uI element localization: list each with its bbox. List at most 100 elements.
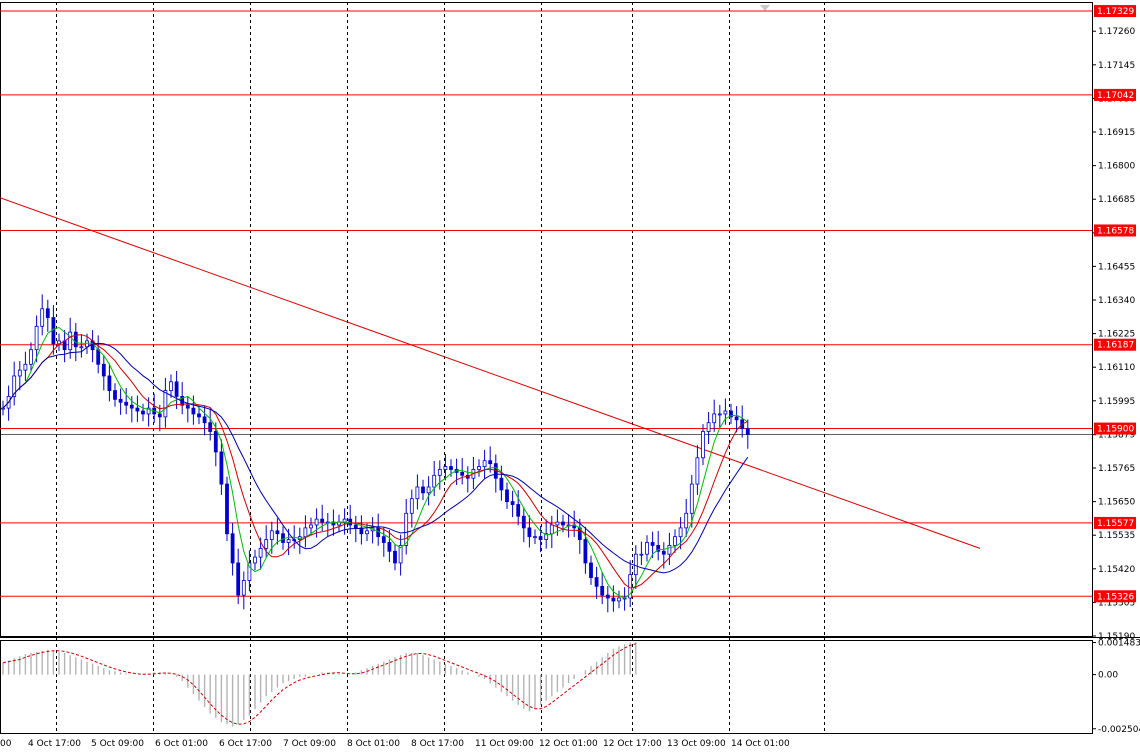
x-tick-label: 8 Oct 01:00: [347, 739, 400, 749]
x-tick-label: 6 Oct 01:00: [155, 739, 208, 749]
candle-body: [96, 349, 101, 365]
x-tick-label: 14 Oct 01:00: [731, 739, 790, 749]
candle-body: [549, 524, 554, 535]
osc-y-tick-label: 0.00: [1098, 671, 1118, 681]
candle-body: [533, 536, 537, 539]
candle-body: [650, 542, 655, 546]
price-chart[interactable]: 00 4 Oct 17:00 5 Oct 09:00 6 Oct 01:00 6 Oct…: [0, 0, 1140, 754]
candle-body: [174, 381, 179, 397]
candle-body: [561, 521, 565, 526]
candle-body: [639, 553, 644, 556]
level-label: 1.15326: [1097, 592, 1134, 602]
x-tick-label: 4 Oct 17:00: [28, 739, 81, 749]
candle-body: [449, 466, 453, 470]
candle-body: [717, 413, 722, 416]
candle-body: [538, 536, 543, 540]
candle-body: [202, 416, 207, 424]
candle-body: [129, 404, 134, 409]
level-label: 1.15900: [1097, 425, 1134, 435]
candle-body: [381, 536, 386, 543]
candle-body: [684, 512, 689, 529]
level-label: 1.16578: [1097, 226, 1134, 236]
candle-body: [689, 483, 694, 514]
candle-body: [673, 536, 677, 546]
y-tick-label: 1.15765: [1098, 464, 1135, 474]
candle-body: [1, 407, 5, 410]
candle-body: [482, 460, 487, 467]
candle-body: [208, 422, 213, 432]
y-tick-label: 1.17145: [1098, 61, 1135, 71]
candle-body: [421, 486, 425, 494]
candle-body: [667, 545, 672, 555]
candle-body: [275, 530, 280, 535]
candle-body: [499, 477, 504, 491]
candle-body: [45, 308, 50, 318]
candle-body: [258, 547, 263, 558]
candle-body: [281, 533, 285, 543]
level-label: 1.17329: [1097, 7, 1134, 17]
candle-body: [661, 550, 666, 555]
x-tick-label: 13 Oct 09:00: [667, 739, 726, 749]
candle-body: [73, 331, 78, 348]
candle-body: [29, 349, 33, 365]
candle-body: [488, 460, 493, 465]
candle-body: [712, 413, 717, 424]
y-tick-label: 1.15420: [1098, 565, 1135, 575]
candle-body: [415, 486, 420, 500]
y-tick-label: 1.16800: [1098, 162, 1135, 172]
candle-body: [510, 501, 515, 505]
candle-body: [141, 410, 145, 415]
candle-body: [443, 466, 448, 470]
candle-body: [605, 594, 610, 599]
candle-body: [734, 416, 739, 421]
y-tick-label: 1.16915: [1098, 128, 1135, 138]
candle-body: [594, 577, 599, 587]
candle-body: [85, 340, 89, 348]
candle-body: [118, 398, 123, 403]
candle-body: [51, 317, 56, 345]
x-tick-label: 5 Oct 09:00: [91, 739, 144, 749]
x-tick-label: 6 Oct 17:00: [219, 739, 272, 749]
candle-body: [521, 515, 526, 529]
candle-body: [460, 471, 465, 476]
candle-body: [157, 413, 162, 418]
candle-body: [191, 407, 196, 415]
candle-body: [107, 375, 112, 391]
candle-body: [745, 428, 750, 435]
candle-body: [230, 533, 235, 564]
x-tick-label-start: 00: [0, 739, 12, 749]
y-tick-label: 1.16225: [1098, 330, 1135, 340]
candle-body: [185, 404, 190, 409]
osc-y-tick-label: 0.001483: [1098, 639, 1140, 649]
candle-body: [213, 431, 218, 453]
candle-body: [617, 597, 621, 602]
y-tick-label: 1.16455: [1098, 262, 1135, 272]
candle-body: [527, 527, 532, 538]
candle-body: [589, 562, 593, 578]
candle-body: [409, 498, 414, 514]
level-label: 1.15577: [1097, 519, 1134, 529]
candle-body: [387, 542, 392, 552]
candle-body: [432, 474, 437, 488]
osc-y-tick-label: -0.002504: [1098, 725, 1140, 735]
candle-body: [17, 369, 22, 377]
candle-body: [34, 325, 39, 351]
candle-body: [555, 521, 560, 526]
level-label: 1.17042: [1097, 91, 1134, 101]
candle-body: [169, 381, 173, 391]
y-tick-label: 1.17260: [1098, 27, 1135, 37]
candle-body: [393, 550, 397, 564]
candle-body: [611, 597, 616, 602]
candle-body: [600, 585, 605, 596]
candle-body: [113, 390, 117, 400]
candle-body: [437, 469, 442, 476]
x-tick-label: 12 Oct 01:00: [539, 739, 598, 749]
candle-body: [583, 539, 588, 564]
candle-body: [426, 486, 431, 494]
candle-body: [236, 562, 241, 596]
candle-body: [633, 553, 638, 576]
candle-body: [269, 530, 274, 540]
candle-body: [124, 401, 129, 406]
candle-body: [135, 407, 140, 412]
y-tick-label: 1.16110: [1098, 363, 1135, 373]
